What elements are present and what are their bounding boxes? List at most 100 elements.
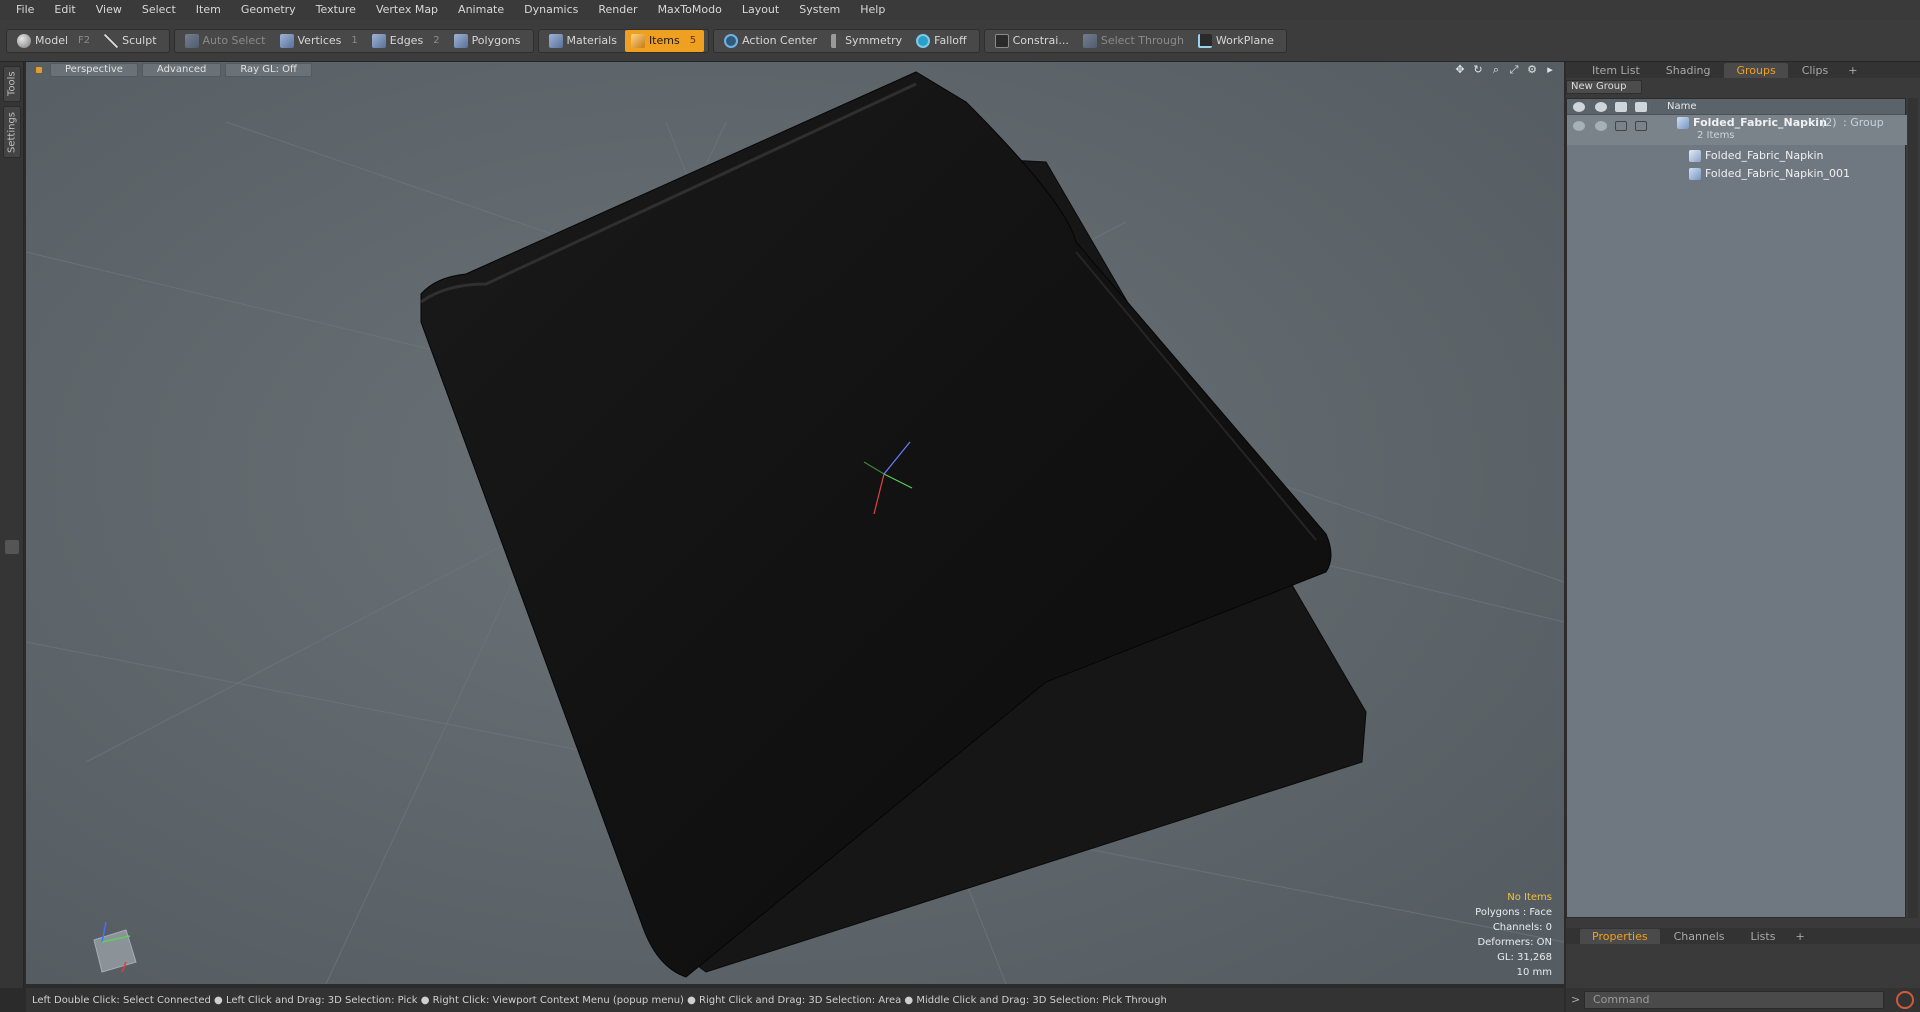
properties-tabs: Properties Channels Lists + bbox=[1566, 928, 1920, 944]
column-divider bbox=[1587, 99, 1588, 114]
menu-view[interactable]: View bbox=[86, 0, 132, 20]
gear-icon[interactable]: ⚙ bbox=[1526, 64, 1538, 76]
tab-channels[interactable]: Channels bbox=[1662, 929, 1737, 944]
items-label: Items bbox=[648, 34, 680, 47]
add-tab-icon[interactable]: + bbox=[1842, 63, 1863, 78]
tab-tools[interactable]: Tools bbox=[3, 66, 21, 102]
items-button[interactable]: Items 5 bbox=[624, 29, 705, 52]
visibility-eye-icon[interactable] bbox=[1573, 102, 1585, 112]
polygons-label: Polygons bbox=[471, 34, 521, 47]
mesh-icon bbox=[1689, 150, 1701, 162]
model-button[interactable]: Model F2 bbox=[11, 30, 98, 52]
group-visibility-icon[interactable] bbox=[1573, 121, 1585, 131]
polygons-button[interactable]: Polygons bbox=[448, 30, 529, 52]
fit-icon[interactable]: ⤢ bbox=[1508, 64, 1520, 76]
command-bar: > Command bbox=[1566, 988, 1920, 1012]
tab-lists[interactable]: Lists bbox=[1739, 929, 1788, 944]
mode-group: Model F2 Sculpt bbox=[6, 28, 170, 53]
selection-group: Auto Select Vertices 1 Edges 2 Polygons bbox=[173, 28, 534, 53]
select-icon[interactable] bbox=[1635, 102, 1647, 112]
tab-clips[interactable]: Clips bbox=[1790, 63, 1841, 78]
rotate-icon[interactable]: ↻ bbox=[1472, 64, 1484, 76]
status-bar: Left Double Click: Select Connected ● Le… bbox=[26, 988, 1564, 1012]
advanced-tab[interactable]: Advanced bbox=[141, 63, 222, 77]
3d-viewport[interactable]: Perspective Advanced Ray GL: Off ✥ ↻ ⌕ ⤢… bbox=[26, 62, 1564, 984]
list-item[interactable]: Folded_Fabric_Napkin bbox=[1567, 147, 1907, 165]
new-group-button[interactable]: New Group bbox=[1566, 80, 1642, 94]
raygl-tab[interactable]: Ray GL: Off bbox=[225, 63, 312, 77]
column-divider bbox=[1609, 99, 1610, 114]
cube-icon bbox=[184, 33, 199, 48]
vertices-button[interactable]: Vertices 1 bbox=[274, 30, 366, 52]
sculpt-button[interactable]: Sculpt bbox=[98, 30, 164, 52]
group-icon bbox=[1677, 117, 1689, 129]
render-icon[interactable] bbox=[1595, 102, 1607, 112]
tab-settings[interactable]: Settings bbox=[3, 106, 21, 158]
info-scale: 10 mm bbox=[1516, 967, 1552, 978]
menu-texture[interactable]: Texture bbox=[306, 0, 366, 20]
list-item[interactable]: Folded_Fabric_Napkin_001 bbox=[1567, 165, 1907, 183]
command-history-icon[interactable] bbox=[1896, 991, 1914, 1009]
group-name: Folded_Fabric_Napkin bbox=[1693, 116, 1827, 129]
group-lock-checkbox[interactable] bbox=[1615, 121, 1627, 131]
pan-icon[interactable]: ✥ bbox=[1454, 64, 1466, 76]
tab-groups[interactable]: Groups bbox=[1724, 62, 1788, 78]
menu-system[interactable]: System bbox=[789, 0, 850, 20]
falloff-button[interactable]: Falloff bbox=[910, 30, 974, 52]
properties-panel: Properties Channels Lists + bbox=[1566, 928, 1920, 988]
action-center-button[interactable]: Action Center bbox=[718, 30, 825, 52]
menu-maxtomodo[interactable]: MaxToModo bbox=[648, 0, 732, 20]
materials-button[interactable]: Materials bbox=[543, 30, 625, 52]
menu-select[interactable]: Select bbox=[132, 0, 186, 20]
command-input[interactable]: Command bbox=[1584, 991, 1884, 1009]
workplane-button[interactable]: WorkPlane bbox=[1192, 30, 1282, 52]
group-row[interactable]: Folded_Fabric_Napkin (2) : Group 2 Items bbox=[1567, 115, 1907, 145]
vertices-shortcut: 1 bbox=[351, 35, 358, 46]
tab-properties[interactable]: Properties bbox=[1580, 928, 1660, 944]
lock-icon[interactable] bbox=[1615, 102, 1627, 112]
viewport-menu-icon[interactable] bbox=[36, 67, 42, 73]
symmetry-label: Symmetry bbox=[845, 34, 903, 47]
edges-button[interactable]: Edges 2 bbox=[366, 30, 448, 52]
menu-dynamics[interactable]: Dynamics bbox=[514, 0, 588, 20]
tab-shading[interactable]: Shading bbox=[1654, 63, 1723, 78]
menu-layout[interactable]: Layout bbox=[732, 0, 789, 20]
menu-file[interactable]: File bbox=[6, 0, 44, 20]
groups-scrollbar[interactable] bbox=[1908, 98, 1918, 918]
menu-vertex-map[interactable]: Vertex Map bbox=[366, 0, 448, 20]
constraints-button[interactable]: Constrai... bbox=[989, 30, 1077, 52]
menu-item[interactable]: Item bbox=[186, 0, 231, 20]
main-toolbar: Model F2 Sculpt Auto Select Vertices 1 E… bbox=[0, 20, 1920, 62]
workplane-icon bbox=[1197, 33, 1212, 48]
items-shortcut: 5 bbox=[689, 35, 697, 46]
perspective-tab[interactable]: Perspective bbox=[50, 63, 138, 77]
info-deformers: Deformers: ON bbox=[1477, 937, 1552, 948]
add-tab-icon[interactable]: + bbox=[1789, 929, 1810, 944]
item-mode-group: Materials Items 5 bbox=[537, 28, 710, 53]
panel-collapse-handle[interactable] bbox=[5, 540, 19, 554]
chevron-right-icon[interactable]: ▸ bbox=[1544, 64, 1556, 76]
symmetry-button[interactable]: Symmetry bbox=[825, 30, 910, 52]
menu-edit[interactable]: Edit bbox=[44, 0, 85, 20]
info-gl: GL: 31,268 bbox=[1497, 952, 1552, 963]
auto-select-button[interactable]: Auto Select bbox=[179, 30, 274, 52]
chevron-right-icon: > bbox=[1571, 993, 1581, 1006]
menu-help[interactable]: Help bbox=[850, 0, 895, 20]
select-through-button[interactable]: Select Through bbox=[1077, 30, 1192, 52]
group-render-icon[interactable] bbox=[1595, 121, 1607, 131]
polygons-icon bbox=[453, 33, 468, 48]
zoom-icon[interactable]: ⌕ bbox=[1490, 64, 1502, 76]
edges-shortcut: 2 bbox=[433, 35, 440, 46]
select-through-label: Select Through bbox=[1100, 34, 1184, 47]
select-through-icon bbox=[1082, 33, 1097, 48]
menu-animate[interactable]: Animate bbox=[448, 0, 514, 20]
column-divider bbox=[1649, 99, 1650, 114]
menu-bar: File Edit View Select Item Geometry Text… bbox=[0, 0, 1920, 20]
info-channels: Channels: 0 bbox=[1492, 922, 1552, 933]
tab-item-list[interactable]: Item List bbox=[1580, 63, 1652, 78]
child-item-name: Folded_Fabric_Napkin_001 bbox=[1705, 167, 1850, 180]
group-type: : Group bbox=[1843, 116, 1884, 129]
group-select-checkbox[interactable] bbox=[1635, 121, 1647, 131]
menu-render[interactable]: Render bbox=[588, 0, 647, 20]
menu-geometry[interactable]: Geometry bbox=[231, 0, 306, 20]
